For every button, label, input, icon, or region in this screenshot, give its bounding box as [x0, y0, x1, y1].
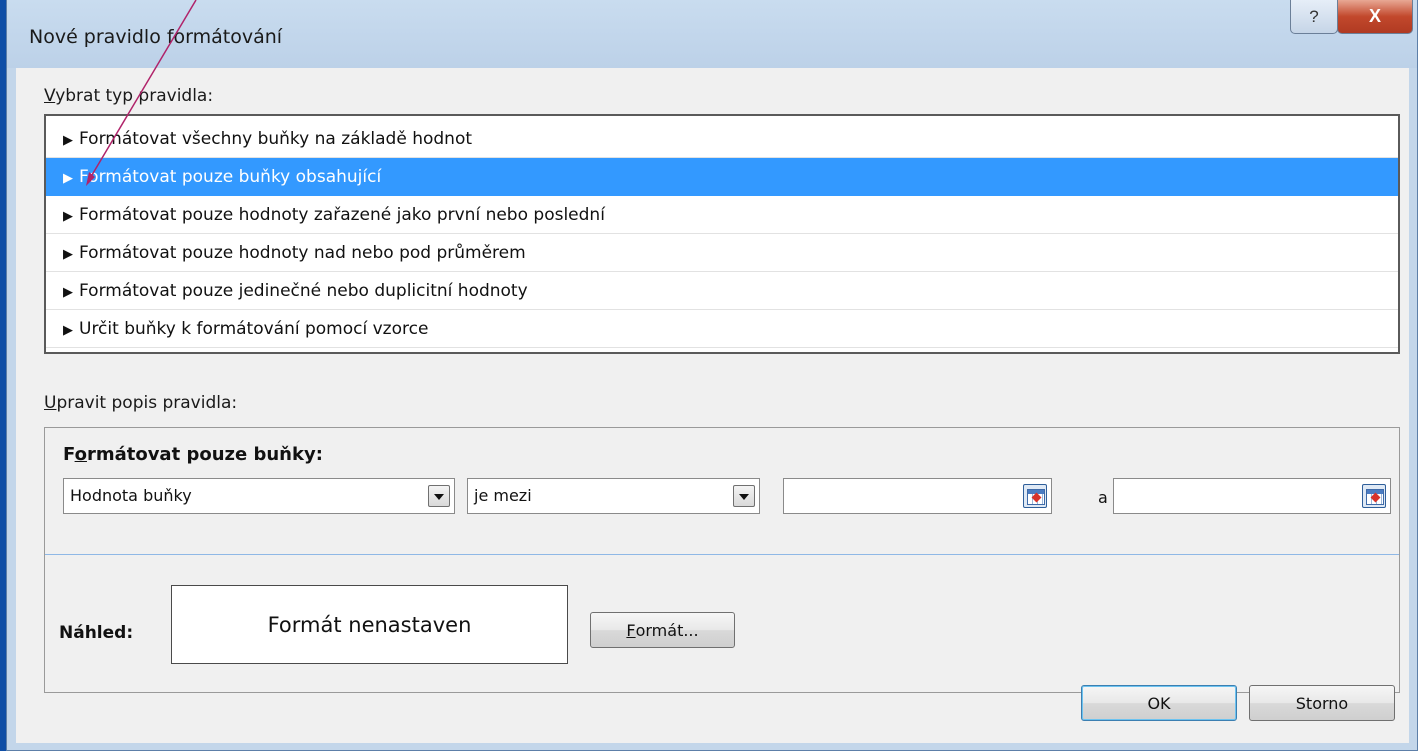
preview-text: Formát nenastaven: [267, 612, 472, 637]
format-only-cells-heading: Formátovat pouze buňky:: [63, 444, 323, 465]
condition-type-value: Hodnota buňky: [70, 486, 192, 505]
expand-triangle-icon: ▶: [63, 209, 73, 224]
ok-button[interactable]: OK: [1081, 685, 1237, 721]
chevron-down-icon[interactable]: [733, 485, 755, 507]
condition-type-select[interactable]: Hodnota buňky: [63, 478, 455, 514]
value1-input[interactable]: [783, 478, 1052, 514]
preview-label: Náhled:: [59, 623, 134, 643]
rule-description-panel: Formátovat pouze buňky: Hodnota buňky je…: [44, 427, 1400, 693]
new-formatting-rule-dialog: Nové pravidlo formátování ? X Vybrat typ…: [6, 0, 1418, 751]
and-label: a: [1098, 488, 1108, 507]
rule-type-item[interactable]: ▶ Formátovat pouze hodnoty nad nebo pod p…: [46, 234, 1398, 272]
preview-box: Formát nenastaven: [171, 585, 568, 664]
rule-type-label: Vybrat typ pravidla:: [44, 86, 214, 106]
chevron-down-icon[interactable]: [428, 485, 450, 507]
operator-value: je mezi: [474, 486, 532, 505]
rule-type-item[interactable]: ▶ Určit buňky k formátování pomocí vzorce: [46, 310, 1398, 348]
rule-type-item[interactable]: ▶ Formátovat pouze jedinečné nebo duplici…: [46, 272, 1398, 310]
expand-triangle-icon: ▶: [63, 323, 73, 338]
close-icon: X: [1368, 6, 1381, 26]
range-selector-icon[interactable]: [1362, 484, 1386, 508]
expand-triangle-icon: ▶: [63, 171, 73, 186]
dialog-title: Nové pravidlo formátování: [29, 26, 283, 48]
operator-select[interactable]: je mezi: [467, 478, 760, 514]
expand-triangle-icon: ▶: [63, 247, 73, 262]
expand-triangle-icon: ▶: [63, 285, 73, 300]
range-selector-icon[interactable]: [1023, 484, 1047, 508]
rule-type-list[interactable]: ▶ Formátovat všechny buňky na základě hod…: [44, 114, 1400, 354]
format-button[interactable]: Formát...: [590, 612, 735, 648]
value2-input[interactable]: [1113, 478, 1391, 514]
help-icon: ?: [1309, 6, 1319, 26]
expand-triangle-icon: ▶: [63, 133, 73, 148]
cancel-button[interactable]: Storno: [1249, 685, 1395, 721]
dialog-body: Vybrat typ pravidla: ▶ Formátovat všechny…: [16, 68, 1409, 743]
rule-type-item[interactable]: ▶ Formátovat všechny buňky na základě hod…: [46, 120, 1398, 158]
rule-type-item-selected[interactable]: ▶ Formátovat pouze buňky obsahující: [46, 158, 1398, 196]
rule-type-item[interactable]: ▶ Formátovat pouze hodnoty zařazené jako …: [46, 196, 1398, 234]
title-bar[interactable]: Nové pravidlo formátování ? X: [7, 0, 1417, 68]
divider: [45, 554, 1399, 555]
edit-rule-description-label: Upravit popis pravidla:: [44, 393, 238, 413]
close-button[interactable]: X: [1337, 0, 1413, 34]
help-button[interactable]: ?: [1290, 0, 1338, 34]
